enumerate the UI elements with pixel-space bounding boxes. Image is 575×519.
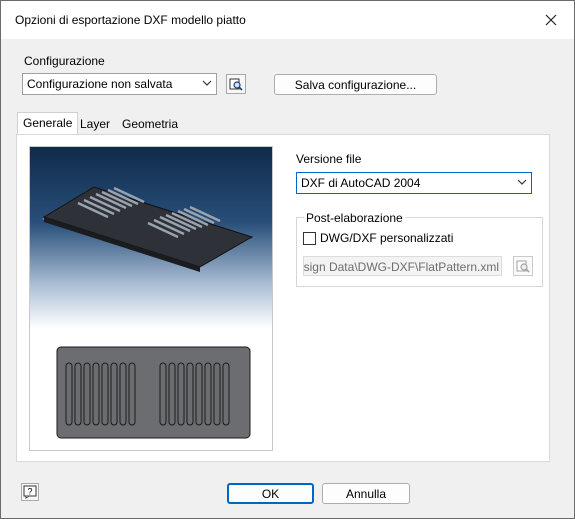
tab-generale[interactable]: Generale: [17, 112, 79, 134]
browse-path-button[interactable]: [513, 256, 533, 276]
dialog-title: Opzioni di esportazione DXF modello piat…: [15, 13, 246, 27]
configuration-label: Configurazione: [24, 54, 105, 68]
custom-path-value: Design Data\DWG-DXF\FlatPattern.xml: [303, 260, 499, 274]
close-button[interactable]: [528, 1, 574, 39]
chevron-down-icon: [517, 179, 527, 185]
preview-image: [29, 146, 273, 451]
chevron-down-icon: [202, 80, 212, 86]
configuration-value: Configurazione non salvata: [27, 77, 173, 91]
post-processing-group: [296, 217, 543, 287]
configuration-select[interactable]: Configurazione non salvata: [22, 73, 217, 95]
file-version-value: DXF di AutoCAD 2004: [301, 176, 421, 190]
tab-layer[interactable]: Layer: [75, 114, 115, 134]
tab-geometria[interactable]: Geometria: [117, 114, 183, 134]
custom-dwg-dxf-checkbox[interactable]: [303, 232, 316, 245]
browse-configuration-button[interactable]: [226, 74, 246, 94]
close-icon: [545, 14, 557, 26]
folder-search-icon: [229, 78, 243, 91]
ok-button[interactable]: OK: [227, 483, 314, 504]
svg-text:?: ?: [27, 487, 32, 497]
custom-path-field: Design Data\DWG-DXF\FlatPattern.xml: [303, 256, 502, 276]
post-processing-label: Post-elaborazione: [304, 211, 405, 225]
title-bar: Opzioni di esportazione DXF modello piat…: [1, 1, 574, 39]
save-configuration-button[interactable]: Salva configurazione...: [274, 74, 437, 95]
file-version-select[interactable]: DXF di AutoCAD 2004: [296, 172, 532, 194]
help-button[interactable]: ?: [21, 483, 39, 501]
sheet-metal-preview: [42, 186, 254, 439]
help-icon: ?: [23, 485, 37, 499]
cancel-button[interactable]: Annulla: [322, 483, 410, 504]
custom-dwg-dxf-label: DWG/DXF personalizzati: [320, 231, 454, 245]
folder-search-icon: [516, 260, 530, 273]
file-version-label: Versione file: [296, 152, 362, 166]
export-dialog: Opzioni di esportazione DXF modello piat…: [0, 0, 575, 519]
